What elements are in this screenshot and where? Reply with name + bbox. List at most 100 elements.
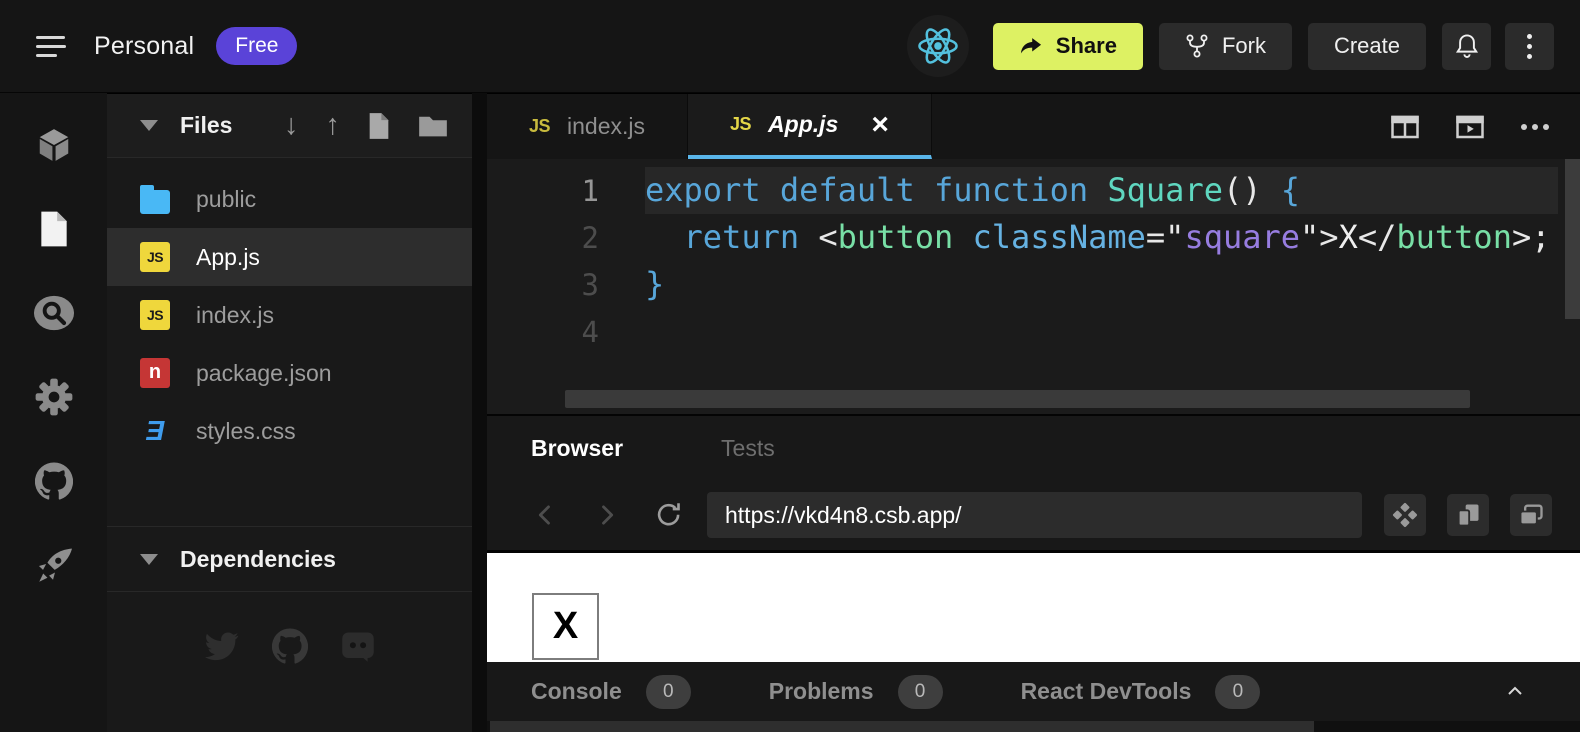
- editor-tab-label: App.js: [768, 111, 838, 138]
- responsive-preview-icon[interactable]: [1447, 494, 1489, 536]
- file-row[interactable]: n package.json: [107, 344, 472, 402]
- fork-icon: [1185, 33, 1209, 59]
- dependencies-section-title: Dependencies: [180, 546, 336, 573]
- code-editor[interactable]: 1 export default function Square() { 2 r…: [487, 159, 1580, 414]
- code-line: 2 return <button className="square">X</b…: [487, 214, 1580, 261]
- more-options-button[interactable]: [1505, 23, 1554, 70]
- file-name: styles.css: [196, 418, 296, 445]
- url-input[interactable]: https://vkd4n8.csb.app/: [707, 492, 1362, 538]
- bottom-scrollbar-track: [487, 721, 1580, 732]
- devtools-tab[interactable]: Console 0: [531, 675, 691, 709]
- devtools-tab-label: Problems: [769, 678, 874, 705]
- editor-tab[interactable]: JS App.js ×: [688, 94, 932, 159]
- cube-icon: [35, 126, 73, 164]
- line-number: 3: [487, 268, 645, 302]
- editor-tab-label: index.js: [567, 113, 645, 140]
- line-number: 1: [487, 174, 645, 208]
- devtools-tab[interactable]: Problems 0: [769, 675, 943, 709]
- horizontal-scrollbar[interactable]: [565, 390, 1470, 408]
- code-line-text: return <button className="square">X</but…: [645, 214, 1558, 261]
- top-header: Personal Free Share Fork Create: [0, 0, 1580, 93]
- open-preview-icon[interactable]: [1455, 113, 1485, 141]
- file-row[interactable]: public: [107, 170, 472, 228]
- preview-panel: Browser Tests https://vkd4n8.csb.app/: [487, 414, 1580, 732]
- code-line: 3 }: [487, 261, 1580, 308]
- new-file-icon[interactable]: [367, 112, 391, 140]
- chevron-down-icon: [140, 554, 158, 565]
- components-icon[interactable]: [1384, 494, 1426, 536]
- file-type-icon: Ǝ: [140, 416, 170, 446]
- preview-frame: X: [487, 550, 1580, 662]
- files-section-header[interactable]: Files ↓ ↑: [107, 94, 472, 158]
- github-link-icon[interactable]: [272, 628, 308, 664]
- preview-tab-bar: Browser Tests: [487, 416, 1580, 480]
- editor-tab-bar: JS index.js JS App.js ×: [487, 94, 1580, 159]
- forward-button[interactable]: [585, 493, 629, 537]
- plan-badge: Free: [216, 27, 297, 65]
- code-line: 4: [487, 308, 1580, 355]
- js-file-icon: JS: [529, 116, 550, 137]
- fork-button[interactable]: Fork: [1159, 23, 1292, 70]
- editor-more-icon[interactable]: [1520, 122, 1550, 132]
- file-type-icon: n: [140, 358, 170, 388]
- file-row[interactable]: Ǝ styles.css: [107, 402, 472, 460]
- panel-resize-handle[interactable]: [472, 93, 487, 732]
- file-type-icon: JS: [140, 242, 170, 272]
- dependencies-section-header[interactable]: Dependencies: [107, 526, 472, 592]
- rocket-icon: [34, 547, 74, 583]
- file-row[interactable]: JS App.js: [107, 228, 472, 286]
- open-new-window-icon[interactable]: [1510, 494, 1552, 536]
- code-line-text: export default function Square() {: [645, 167, 1558, 214]
- file-name: App.js: [196, 244, 260, 271]
- code-line-text: [645, 308, 1558, 355]
- square-button[interactable]: X: [532, 593, 599, 660]
- bottom-scrollbar[interactable]: [490, 721, 1314, 732]
- back-button[interactable]: [523, 493, 567, 537]
- activity-bar: [0, 93, 107, 732]
- download-icon[interactable]: ↓: [284, 111, 299, 140]
- file-name: public: [196, 186, 256, 213]
- count-badge: 0: [646, 675, 691, 709]
- close-icon[interactable]: ×: [871, 110, 889, 140]
- count-badge: 0: [898, 675, 943, 709]
- file-row[interactable]: JS index.js: [107, 286, 472, 344]
- notifications-button[interactable]: [1442, 23, 1491, 70]
- sidebar-item-search[interactable]: [34, 294, 74, 332]
- upload-icon[interactable]: ↑: [326, 111, 341, 140]
- split-editor-icon[interactable]: [1390, 113, 1420, 141]
- workspace-name[interactable]: Personal: [94, 32, 194, 61]
- file-type-icon: JS: [140, 300, 170, 330]
- react-logo-icon: [907, 15, 969, 77]
- count-badge: 0: [1215, 675, 1260, 709]
- devtools-bar: Console 0 Problems 0 React DevTools: [487, 662, 1580, 721]
- refresh-button[interactable]: [647, 493, 691, 537]
- share-button[interactable]: Share: [993, 23, 1143, 70]
- sidebar-item-deploy[interactable]: [34, 546, 74, 584]
- sidebar-item-github[interactable]: [34, 462, 74, 500]
- line-number: 4: [487, 315, 645, 349]
- create-button[interactable]: Create: [1308, 23, 1426, 70]
- devtools-tab-label: Console: [531, 678, 622, 705]
- editor-tab[interactable]: JS index.js: [487, 94, 688, 159]
- explorer-panel: Files ↓ ↑ public: [107, 93, 472, 732]
- js-file-icon: JS: [730, 114, 751, 135]
- expand-console-icon[interactable]: [1504, 680, 1526, 702]
- gear-icon: [35, 378, 73, 416]
- browser-nav-bar: https://vkd4n8.csb.app/: [487, 480, 1580, 550]
- twitter-icon[interactable]: [204, 628, 240, 664]
- preview-tab[interactable]: Tests: [721, 435, 775, 462]
- sidebar-item-settings[interactable]: [34, 378, 74, 416]
- share-arrow-icon: [1019, 36, 1043, 56]
- sidebar-item-explorer[interactable]: [34, 210, 74, 248]
- menu-icon[interactable]: [36, 36, 66, 57]
- editor-column: JS index.js JS App.js ×: [487, 93, 1580, 732]
- vertical-scrollbar[interactable]: [1565, 159, 1580, 319]
- preview-tab[interactable]: Browser: [531, 435, 623, 462]
- github-icon: [35, 462, 73, 500]
- fork-label: Fork: [1222, 33, 1266, 59]
- code-line-text: }: [645, 261, 1558, 308]
- devtools-tab[interactable]: React DevTools 0: [1021, 675, 1261, 709]
- discord-icon[interactable]: [340, 628, 376, 664]
- new-folder-icon[interactable]: [418, 113, 448, 139]
- sidebar-item-sandbox[interactable]: [34, 126, 74, 164]
